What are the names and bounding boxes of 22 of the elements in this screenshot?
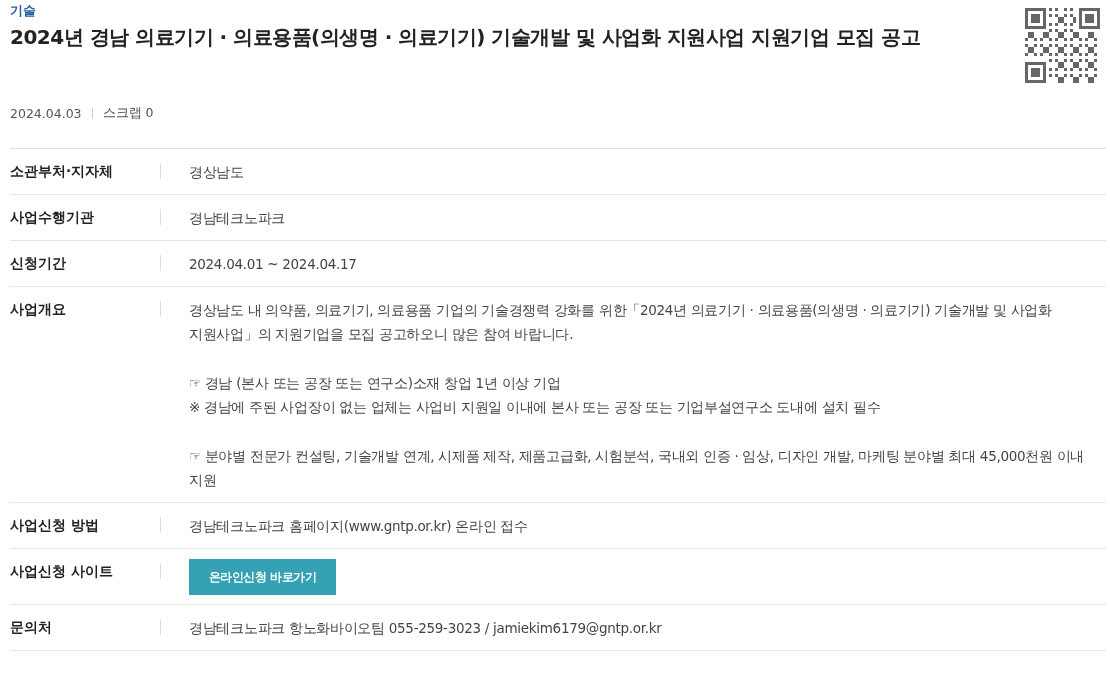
field-label: 신청기간	[10, 255, 66, 271]
overview-text: ☞ 분야별 전문가 컨설팅, 기술개발 연계, 시제품 제작, 제품고급화, 시험분석, 국내외 인증 · 임상, 디자인 개발, 마케팅 분야별 최대 45,000천원 이내 지원	[189, 447, 1086, 490]
field-label: 사업신청 방법	[10, 517, 99, 533]
apply-online-button[interactable]: 온라인신청 바로가기	[189, 559, 336, 595]
field-label: 문의처	[10, 619, 52, 635]
category-label: 기술	[10, 2, 37, 20]
field-label: 소관부처·지자체	[10, 163, 114, 179]
field-label: 사업개요	[10, 301, 66, 317]
overview-text: 경상남도 내 의약품, 의료기기, 의료용품 기업의 기술경쟁력 강화를 위한「2024년 의료기기 · 의료용품(의생명 · 의료기기) 기술개발 및 사업화 지원사업」의 지원기업을 모집 공고하오니 많은 참여 바랍니다.	[189, 301, 1053, 344]
field-label: 사업수행기관	[10, 209, 94, 225]
notice-title: 2024년 경남 의료기기 · 의료용품(의생명 · 의료기기) 기술개발 및 사업화 지원사업 지원기업 모집 공고	[10, 24, 921, 51]
overview-text: ☞ 경남 (본사 또는 공장 또는 연구소)소재 창업 1년 이상 기업	[189, 374, 562, 393]
field-value: 경남테크노파크 항노화바이오팀 055-259-3023 / jamiekim6179@gntp.or.kr	[189, 620, 662, 636]
post-date: 2024.04.03	[10, 106, 82, 121]
qr-code-icon	[1025, 8, 1100, 83]
field-value: 경남테크노파크 홈페이지(www.gntp.or.kr) 온라인 접수	[189, 518, 528, 534]
field-value: 경상남도	[189, 164, 244, 180]
field-value: 2024.04.01 ~ 2024.04.17	[189, 256, 357, 272]
overview-text: ※ 경남에 주된 사업장이 없는 업체는 사업비 지원일 이내에 본사 또는 공장 또는 기업부설연구소 도내에 설치 필수	[189, 398, 882, 417]
field-label: 사업신청 사이트	[10, 563, 113, 579]
scrap-count: 스크랩 0	[102, 105, 154, 122]
field-value: 경남테크노파크	[189, 210, 285, 226]
